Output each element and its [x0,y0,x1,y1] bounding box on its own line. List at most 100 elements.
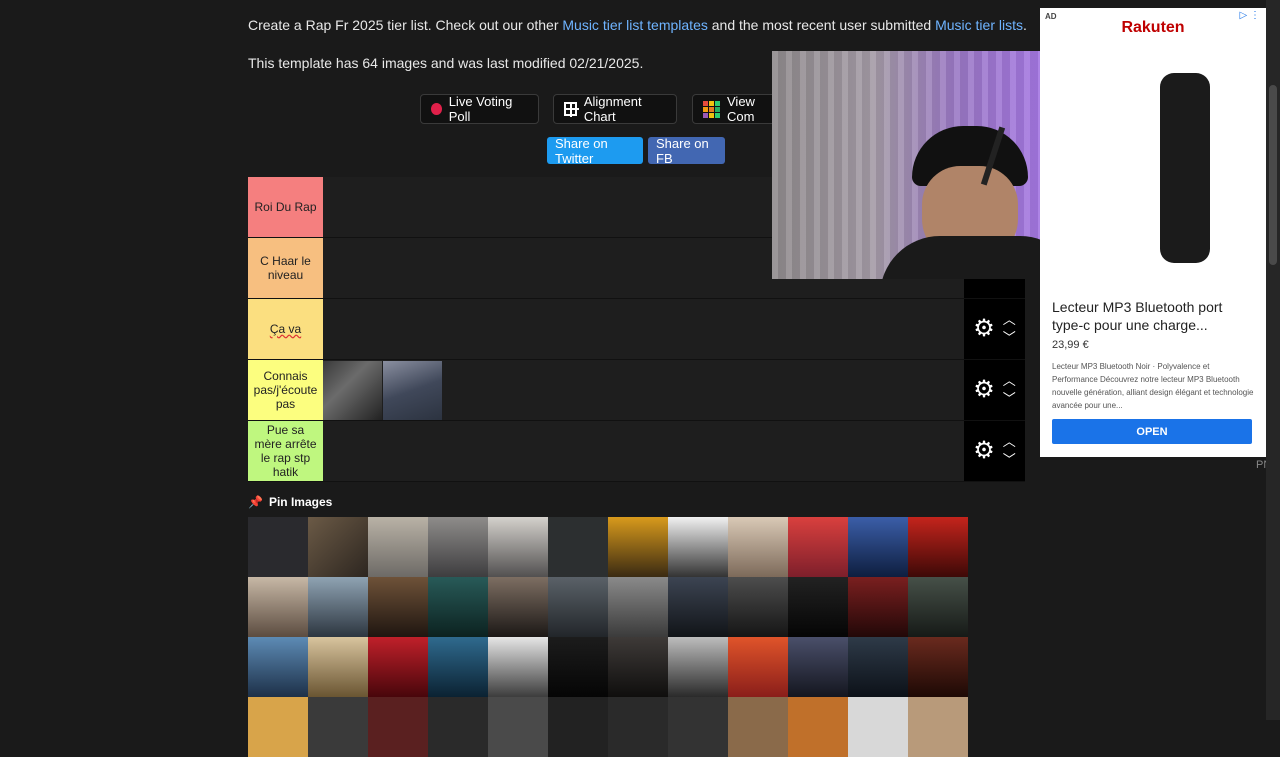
chevron-down-icon[interactable]: ﹀ [1003,392,1016,405]
tier-dropzone[interactable] [323,360,964,420]
artist-image[interactable] [608,517,668,577]
gear-icon[interactable]: ⚙ [973,317,995,341]
artist-image[interactable] [788,637,848,697]
artist-image[interactable] [548,697,608,757]
artist-image[interactable] [668,637,728,697]
live-voting-poll-label: Live Voting Poll [448,94,513,124]
gear-icon[interactable]: ⚙ [973,439,995,463]
intro-middle: and the most recent user submitted [707,17,936,33]
artist-image[interactable] [608,577,668,637]
artist-image[interactable] [368,517,428,577]
artist-image[interactable] [428,577,488,637]
artist-image[interactable] [788,517,848,577]
artist-image[interactable] [428,517,488,577]
gear-icon[interactable]: ⚙ [973,378,995,402]
artist-image[interactable] [248,637,308,697]
tier-label[interactable]: C Haar le niveau [248,238,323,298]
ad-title: Lecteur MP3 Bluetooth port type-c pour u… [1052,299,1223,333]
artist-image[interactable] [788,697,848,757]
artist-image[interactable] [848,577,908,637]
artist-image[interactable] [488,577,548,637]
page-scrollbar[interactable] [1266,0,1280,720]
tier-controls: ⚙ ︿ ﹀ [964,360,1025,420]
intro-prefix: Create a Rap Fr 2025 tier list. Check ou… [248,17,563,33]
artist-image[interactable] [728,697,788,757]
chevron-up-icon[interactable]: ︿ [1003,435,1016,448]
tier-label-text: Ça va [269,322,302,336]
ad-open-button[interactable]: OPEN [1052,419,1252,444]
artist-image[interactable] [368,697,428,757]
tier-label-text: Pue sa mère arrête le rap stp hatik [254,423,317,479]
chevron-down-icon[interactable]: ﹀ [1003,453,1016,466]
artist-image[interactable] [548,637,608,697]
tier-label[interactable]: Pue sa mère arrête le rap stp hatik [248,421,323,481]
artist-image[interactable] [728,517,788,577]
artist-image[interactable] [608,637,668,697]
record-icon [431,103,442,115]
artist-image[interactable] [383,360,442,420]
ad-panel[interactable]: AD ▷ ⋮ Rakuten Lecteur MP3 Bluetooth por… [1040,8,1266,457]
tier-row: Ça va ⚙ ︿ ﹀ [248,299,1025,360]
image-pool [248,517,968,757]
artist-image[interactable] [608,697,668,757]
artist-image[interactable] [248,517,308,577]
alignment-chart-button[interactable]: Alignment Chart [553,94,677,124]
artist-image[interactable] [368,637,428,697]
artist-image[interactable] [308,637,368,697]
artist-image[interactable] [248,577,308,637]
artist-image[interactable] [488,697,548,757]
tier-label-text: C Haar le niveau [260,254,311,282]
artist-image[interactable] [428,637,488,697]
artist-image[interactable] [728,577,788,637]
tier-dropzone[interactable] [323,299,964,359]
artist-image[interactable] [308,697,368,757]
tier-label[interactable]: Ça va [248,299,323,359]
tier-dropzone[interactable] [323,421,964,481]
rakuten-logo: Rakuten [1121,19,1185,36]
artist-image[interactable] [908,637,968,697]
tier-row: Connais pas/j'écoute pas ⚙ ︿ ﹀ [248,360,1025,421]
music-templates-link[interactable]: Music tier list templates [562,17,707,33]
chevron-up-icon[interactable]: ︿ [1003,313,1016,326]
artist-image[interactable] [548,517,608,577]
artist-image[interactable] [488,517,548,577]
artist-image[interactable] [248,697,308,757]
product-image [1160,73,1210,263]
tier-label[interactable]: Roi Du Rap [248,177,323,237]
view-com-button[interactable]: View Com [692,94,782,124]
view-com-label: View Com [727,94,755,124]
share-twitter-button[interactable]: Share on Twitter [547,136,643,166]
music-tier-lists-link[interactable]: Music tier lists [935,17,1023,33]
chevron-up-icon[interactable]: ︿ [1003,374,1016,387]
artist-image[interactable] [908,577,968,637]
artist-image[interactable] [848,517,908,577]
artist-image[interactable] [668,697,728,757]
artist-image[interactable] [848,637,908,697]
artist-image[interactable] [488,637,548,697]
artist-image[interactable] [848,697,908,757]
artist-image[interactable] [428,697,488,757]
pin-images-toggle[interactable]: 📌 Pin Images [248,495,332,509]
tier-label[interactable]: Connais pas/j'écoute pas [248,360,323,420]
intro-suffix: . [1023,17,1027,33]
artist-image[interactable] [308,517,368,577]
artist-image[interactable] [368,577,428,637]
chevron-down-icon[interactable]: ﹀ [1003,331,1016,344]
pin-icon: 📌 [248,495,263,509]
scrollbar-thumb[interactable] [1269,85,1277,265]
tier-label-text: Roi Du Rap [254,200,317,214]
artist-image[interactable] [668,517,728,577]
artist-image[interactable] [323,360,382,420]
share-fb-button[interactable]: Share on FB [648,136,725,166]
artist-image[interactable] [308,577,368,637]
tier-controls: ⚙ ︿ ﹀ [964,421,1025,481]
live-voting-poll-button[interactable]: Live Voting Poll [420,94,539,124]
grid-icon [564,102,579,117]
artist-image[interactable] [548,577,608,637]
artist-image[interactable] [788,577,848,637]
artist-image[interactable] [908,697,968,757]
artist-image[interactable] [668,577,728,637]
artist-image[interactable] [908,517,968,577]
artist-image[interactable] [728,637,788,697]
color-grid-icon [703,100,720,118]
